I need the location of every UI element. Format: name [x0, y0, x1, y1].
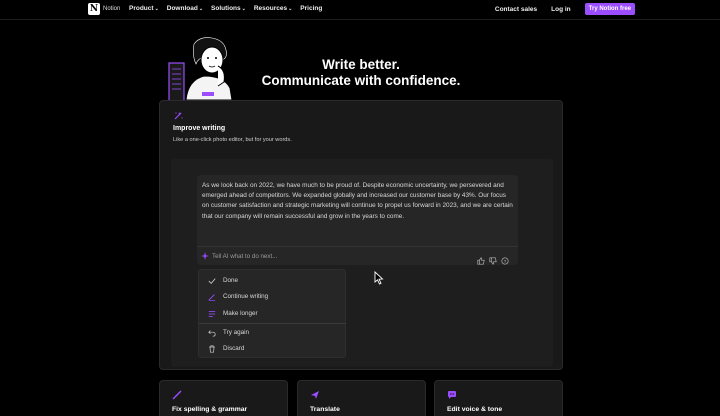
ai-sparkle-icon [201, 252, 209, 260]
thumbs-down-icon[interactable] [489, 252, 497, 265]
chevron-down-icon: ⌄ [241, 6, 246, 12]
hero-heading-line-2: Communicate with confidence. [261, 73, 461, 88]
svg-text:?: ? [504, 259, 507, 265]
check-icon [207, 276, 216, 285]
feature-title: Improve writing [173, 125, 226, 132]
menu-divider [199, 323, 346, 324]
document-text: As we look back on 2022, we have much to… [202, 182, 513, 220]
nav-actions: Contact sales Log in Try Notion free [495, 3, 635, 15]
nav-links: Product⌄ Download⌄ Solutions⌄ Resources⌄… [129, 5, 322, 12]
nav-item-solutions[interactable]: Solutions⌄ [211, 5, 246, 12]
chevron-down-icon: ⌄ [198, 6, 204, 12]
notion-logo[interactable]: N Notion [88, 3, 120, 15]
menu-item-discard[interactable]: Discard [207, 344, 244, 353]
menu-item-done[interactable]: Done [207, 276, 238, 285]
undo-icon [207, 328, 216, 337]
doc-divider [197, 246, 518, 247]
hero-heading-line-1: Write better. [322, 57, 400, 72]
sparkle-wand-icon [174, 111, 183, 120]
nav-item-download[interactable]: Download⌄ [167, 5, 203, 12]
menu-item-continue-writing[interactable]: Continue writing [207, 292, 268, 301]
feedback-buttons: ? [477, 252, 509, 265]
ai-action-menu: Done Continue writing Make longer Try ag… [198, 269, 346, 358]
feature-subtitle: Like a one-click photo editor, but for y… [173, 137, 292, 143]
help-icon[interactable]: ? [501, 252, 509, 265]
trash-icon [207, 344, 216, 353]
card-translate[interactable]: Translate [297, 380, 426, 416]
menu-item-make-longer[interactable]: Make longer [207, 309, 258, 318]
writer-illustration [168, 37, 233, 102]
card-title: Translate [310, 406, 340, 413]
chevron-down-icon: ⌄ [154, 6, 159, 12]
nav-item-pricing[interactable]: Pricing [300, 5, 322, 12]
ai-document-block[interactable]: As we look back on 2022, we have much to… [197, 175, 518, 265]
nav-item-resources[interactable]: Resources⌄ [254, 5, 292, 12]
contact-sales-link[interactable]: Contact sales [495, 6, 537, 13]
improve-writing-card: Improve writing Like a one-click photo e… [159, 100, 563, 370]
login-link[interactable]: Log in [551, 6, 571, 13]
hero-heading: Write better. Communicate with confidenc… [252, 57, 470, 89]
card-title: Fix spelling & grammar [172, 406, 248, 413]
thumbs-up-icon[interactable] [477, 252, 485, 265]
card-fix-spelling[interactable]: Fix spelling & grammar [159, 380, 288, 416]
pencil-icon [172, 390, 182, 400]
brand-name: Notion [103, 6, 121, 12]
try-notion-free-button[interactable]: Try Notion free [584, 3, 635, 15]
mouse-cursor-icon [374, 271, 384, 285]
nav-divider [0, 19, 720, 20]
menu-item-try-again[interactable]: Try again [207, 328, 249, 337]
chevron-down-icon: ⌄ [288, 6, 293, 12]
notion-logo-icon: N [88, 3, 100, 15]
top-navigation: N Notion Product⌄ Download⌄ Solutions⌄ R… [0, 0, 720, 19]
card-title: Edit voice & tone [447, 406, 503, 413]
nav-item-product[interactable]: Product⌄ [129, 5, 159, 12]
ask-ai-input[interactable]: Tell AI what to do next... [201, 252, 277, 260]
card-edit-voice[interactable]: Edit voice & tone [434, 380, 563, 416]
lines-icon [207, 309, 216, 318]
send-icon [311, 391, 319, 399]
pen-icon [207, 292, 216, 301]
ask-ai-placeholder: Tell AI what to do next... [212, 252, 278, 260]
chat-bubble-icon [448, 391, 456, 399]
